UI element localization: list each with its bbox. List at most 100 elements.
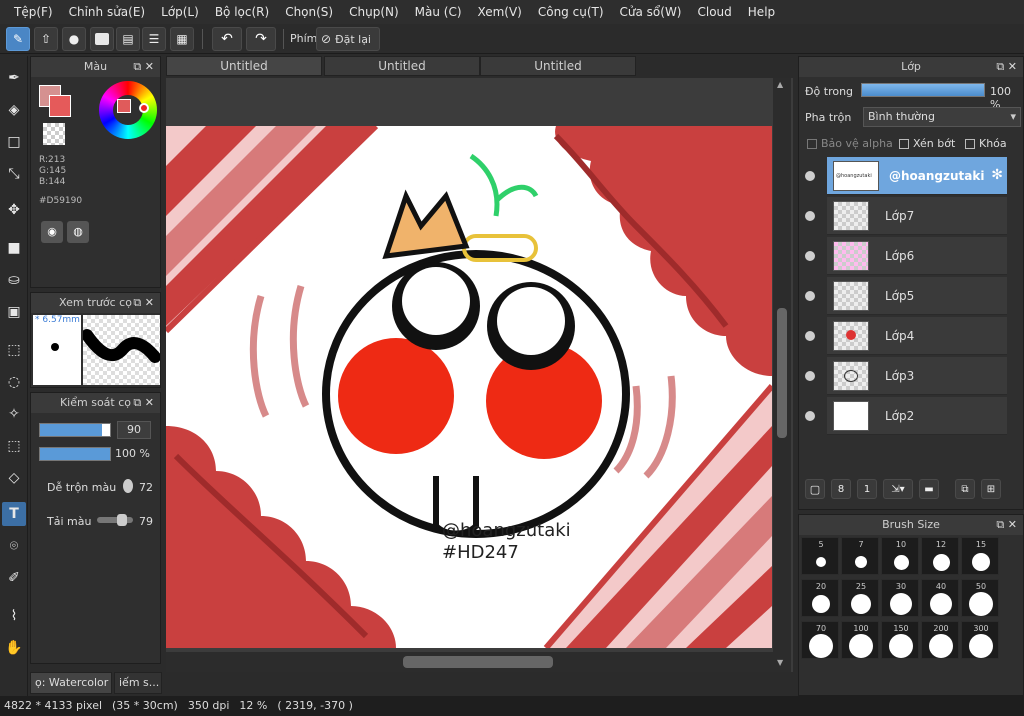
artwork[interactable]: @hoangzutaki #HD247 [166, 126, 772, 648]
protect-alpha-checkbox[interactable]: Bảo vệ alpha [807, 137, 893, 150]
export-button[interactable]: ⇧ [34, 27, 58, 51]
list-button[interactable]: ☰ [142, 27, 166, 51]
panel-controls[interactable]: ⧉ ✕ [133, 57, 154, 77]
layer-row-lop2[interactable]: Lớp2 [805, 397, 1007, 435]
eyedropper-tool[interactable]: ⌇ [2, 604, 26, 628]
select-pen-tool[interactable]: ⬚ [2, 434, 26, 458]
new-layer-button[interactable]: ▢ [805, 479, 825, 499]
brush-size-option[interactable]: 25 [841, 579, 879, 617]
vertical-scroll-thumb[interactable] [777, 308, 787, 438]
layer-row-hoangzutaki[interactable]: @hoangzutaki @hoangzutaki ✻ [805, 157, 1007, 195]
gradient-tool[interactable]: ▣ [2, 300, 26, 324]
layer-row-lop7[interactable]: Lớp7 [805, 197, 1007, 235]
brush-size-option[interactable]: 20 [801, 579, 839, 617]
panel-controls[interactable]: ⧉ ✕ [133, 293, 154, 313]
fill-rect-tool[interactable]: ■ [2, 236, 26, 260]
palette-button[interactable]: ◉ [41, 221, 63, 243]
tab-untitled-1[interactable]: Untitled [166, 56, 322, 76]
eye-icon[interactable] [805, 291, 815, 301]
comment-button[interactable]: ● [62, 27, 86, 51]
blend-mode-select[interactable]: Bình thường ▾ [863, 107, 1021, 127]
lock-checkbox[interactable]: Khóa [965, 137, 1007, 150]
color-wheel[interactable] [99, 81, 157, 139]
transparent-swatch[interactable] [43, 123, 65, 145]
rect-select-tool[interactable]: ⬚ [2, 338, 26, 362]
brush-size-option[interactable]: 300 [961, 621, 999, 659]
panel-controls[interactable]: ⧉ ✕ [996, 57, 1017, 77]
brush-size-option[interactable]: 40 [921, 579, 959, 617]
palette-add-button[interactable]: ◍ [67, 221, 89, 243]
redo-button[interactable]: ↷ [246, 27, 276, 51]
hand-tool[interactable]: ✋ [2, 636, 26, 660]
brush-size-option[interactable]: 30 [881, 579, 919, 617]
brush-size-option[interactable]: 7 [841, 537, 879, 575]
brush-size-option[interactable]: 15 [961, 537, 999, 575]
brush-size-input[interactable]: 90 [117, 421, 151, 439]
layer-row-lop6[interactable]: Lớp6 [805, 237, 1007, 275]
lasso-tool[interactable]: ◌ [2, 370, 26, 394]
load-slider[interactable] [97, 514, 133, 526]
grid-button[interactable]: ▦ [170, 27, 194, 51]
gear-icon[interactable]: ✻ [991, 167, 1003, 183]
menu-window[interactable]: Cửa sổ(W) [612, 0, 690, 24]
brush-size-option[interactable]: 70 [801, 621, 839, 659]
menu-help[interactable]: Help [740, 0, 783, 24]
eye-icon[interactable] [805, 371, 815, 381]
new-folder-button[interactable]: ▬ [919, 479, 939, 499]
fill-select-tool[interactable]: ⌾ [2, 534, 26, 558]
tab-untitled-2[interactable]: Untitled [324, 56, 480, 76]
canvas-area[interactable]: @hoangzutaki #HD247 ▲ ▼ [166, 78, 793, 672]
menu-cloud[interactable]: Cloud [690, 0, 740, 24]
line-tool[interactable]: ⤡ [2, 162, 26, 186]
brush-size-option[interactable]: 5 [801, 537, 839, 575]
brush-size-option[interactable]: 10 [881, 537, 919, 575]
menu-edit[interactable]: Chỉnh sửa(E) [61, 0, 154, 24]
select-eraser-tool[interactable]: ◇ [2, 466, 26, 490]
clip-checkbox[interactable]: Xén bớt [899, 137, 955, 150]
chat-button[interactable] [90, 27, 114, 51]
background-color-swatch[interactable] [49, 95, 71, 117]
brush-size-option[interactable]: 200 [921, 621, 959, 659]
bucket-tool[interactable]: ⛀ [2, 268, 26, 292]
menu-layer[interactable]: Lớp(L) [153, 0, 207, 24]
brush-size-option[interactable]: 100 [841, 621, 879, 659]
menu-file[interactable]: Tệp(F) [6, 0, 61, 24]
brush-watercolor-tab[interactable]: ọ: Watercolor ... [30, 672, 112, 694]
import-layer-button[interactable]: ⇲▾ [883, 479, 913, 499]
new-1bit-layer-button[interactable]: 1 [857, 479, 877, 499]
undo-button[interactable]: ↶ [212, 27, 242, 51]
vertical-scrollbar[interactable]: ▲ ▼ [773, 78, 791, 672]
eye-icon[interactable] [805, 211, 815, 221]
menu-view[interactable]: Xem(V) [470, 0, 530, 24]
horizontal-scroll-thumb[interactable] [403, 656, 553, 668]
new-8bit-layer-button[interactable]: 8 [831, 479, 851, 499]
panel-controls[interactable]: ⧉ ✕ [133, 393, 154, 413]
brush-size-option[interactable]: 150 [881, 621, 919, 659]
move-tool[interactable]: ✥ [2, 198, 26, 222]
menu-tools[interactable]: Công cụ(T) [530, 0, 612, 24]
pen-tool[interactable]: ✐ [2, 566, 26, 590]
layer-opacity-slider[interactable] [861, 83, 985, 97]
text-tool[interactable]: T [2, 502, 26, 526]
brush-opacity-slider[interactable] [39, 447, 111, 461]
eye-icon[interactable] [805, 251, 815, 261]
reset-button[interactable]: ⊘ Đặt lại [316, 27, 380, 51]
brush-tool[interactable]: ✒ [2, 66, 26, 90]
brush-mode-button[interactable]: ✎ [6, 27, 30, 51]
layer-row-lop3[interactable]: Lớp3 [805, 357, 1007, 395]
magic-wand-tool[interactable]: ✧ [2, 402, 26, 426]
document-button[interactable]: ▤ [116, 27, 140, 51]
menu-select[interactable]: Chọn(S) [277, 0, 341, 24]
menu-filter[interactable]: Bộ lọc(R) [207, 0, 277, 24]
horizontal-scrollbar[interactable] [166, 652, 773, 672]
brush-other-tab[interactable]: iếm s... [114, 672, 162, 694]
menu-capture[interactable]: Chụp(N) [341, 0, 407, 24]
brush-size-option[interactable]: 12 [921, 537, 959, 575]
eye-icon[interactable] [805, 171, 815, 181]
blend-knob-icon[interactable] [123, 479, 133, 493]
duplicate-layer-button[interactable]: ⧉ [955, 479, 975, 499]
rectangle-tool[interactable]: □ [2, 130, 26, 154]
eye-icon[interactable] [805, 411, 815, 421]
layer-row-lop4[interactable]: Lớp4 [805, 317, 1007, 355]
tab-untitled-3[interactable]: Untitled [480, 56, 636, 76]
